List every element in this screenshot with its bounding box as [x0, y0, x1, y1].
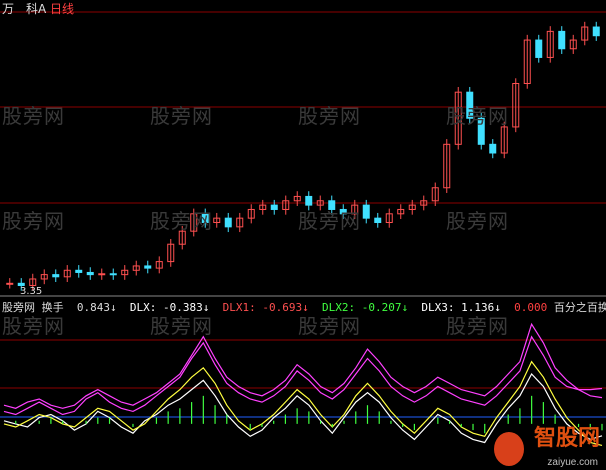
watermark: 股旁网 [446, 209, 509, 233]
huanshou-value: 0.843↓ [76, 301, 117, 314]
candle-body [558, 30, 566, 50]
watermark: 股旁网 [2, 104, 65, 128]
candle-body [374, 217, 382, 223]
dlx1-label: DLX1: [222, 301, 256, 314]
watermark: 股旁网 [150, 104, 213, 128]
dlx2-value: -0.207↓ [361, 301, 409, 314]
dlx2-label: DLX2: [321, 301, 356, 314]
candle-body [75, 269, 83, 273]
price-axis-label: 3.35 [20, 286, 43, 297]
candle-body [362, 204, 370, 219]
indicator-legend: 股旁网 换手: 0.843↓, DLX: -0.383↓, DLX1: -0.6… [2, 299, 606, 315]
dlx1-value: -0.693↓ [262, 301, 309, 314]
brand-logo-icon [494, 432, 524, 466]
candle-body [109, 273, 117, 276]
extra-value: 0.000 [514, 301, 548, 314]
candle-body [224, 217, 232, 228]
chart-window: 股旁网 股旁网 股旁网 股旁网 股旁网 股旁网 股旁网 股旁网 股旁网 股旁网 … [0, 0, 606, 470]
series-line [3, 335, 603, 416]
candle-body [592, 26, 600, 37]
indicator-desc: 百分之百换手价 [553, 301, 606, 314]
watermark: 股旁网 [446, 104, 509, 128]
symbol-label: 万 科A [2, 2, 47, 16]
chart-header: 万 科A 日线 [2, 0, 74, 17]
timeframe-label[interactable]: 日线 [50, 2, 74, 16]
dlx3-value: 1.136↓ [461, 301, 501, 314]
candle-body [6, 282, 14, 285]
chart-canvas[interactable] [0, 0, 606, 470]
indicator-site: 股旁网 [2, 301, 35, 314]
candle-body [98, 273, 106, 276]
brand-url: zaiyue.com [547, 457, 598, 468]
candle-body [52, 274, 60, 278]
watermark: 股旁网 [298, 209, 361, 233]
candle-body [86, 271, 94, 276]
candle-body [535, 39, 543, 58]
watermark: 股旁网 [150, 209, 213, 233]
candle-body [270, 204, 278, 210]
candle-body [144, 265, 152, 269]
brand-name: 智股网 [533, 426, 600, 451]
watermark: 股旁网 [298, 104, 361, 128]
indicator-name: 换手 [41, 301, 64, 314]
dlx-label: DLX: [129, 301, 157, 314]
candle-body [489, 143, 497, 154]
candle-body [305, 195, 313, 206]
dlx3-label: DLX3: [421, 301, 455, 314]
dlx-value: -0.383↓ [163, 301, 210, 314]
watermark: 股旁网 [2, 209, 65, 233]
